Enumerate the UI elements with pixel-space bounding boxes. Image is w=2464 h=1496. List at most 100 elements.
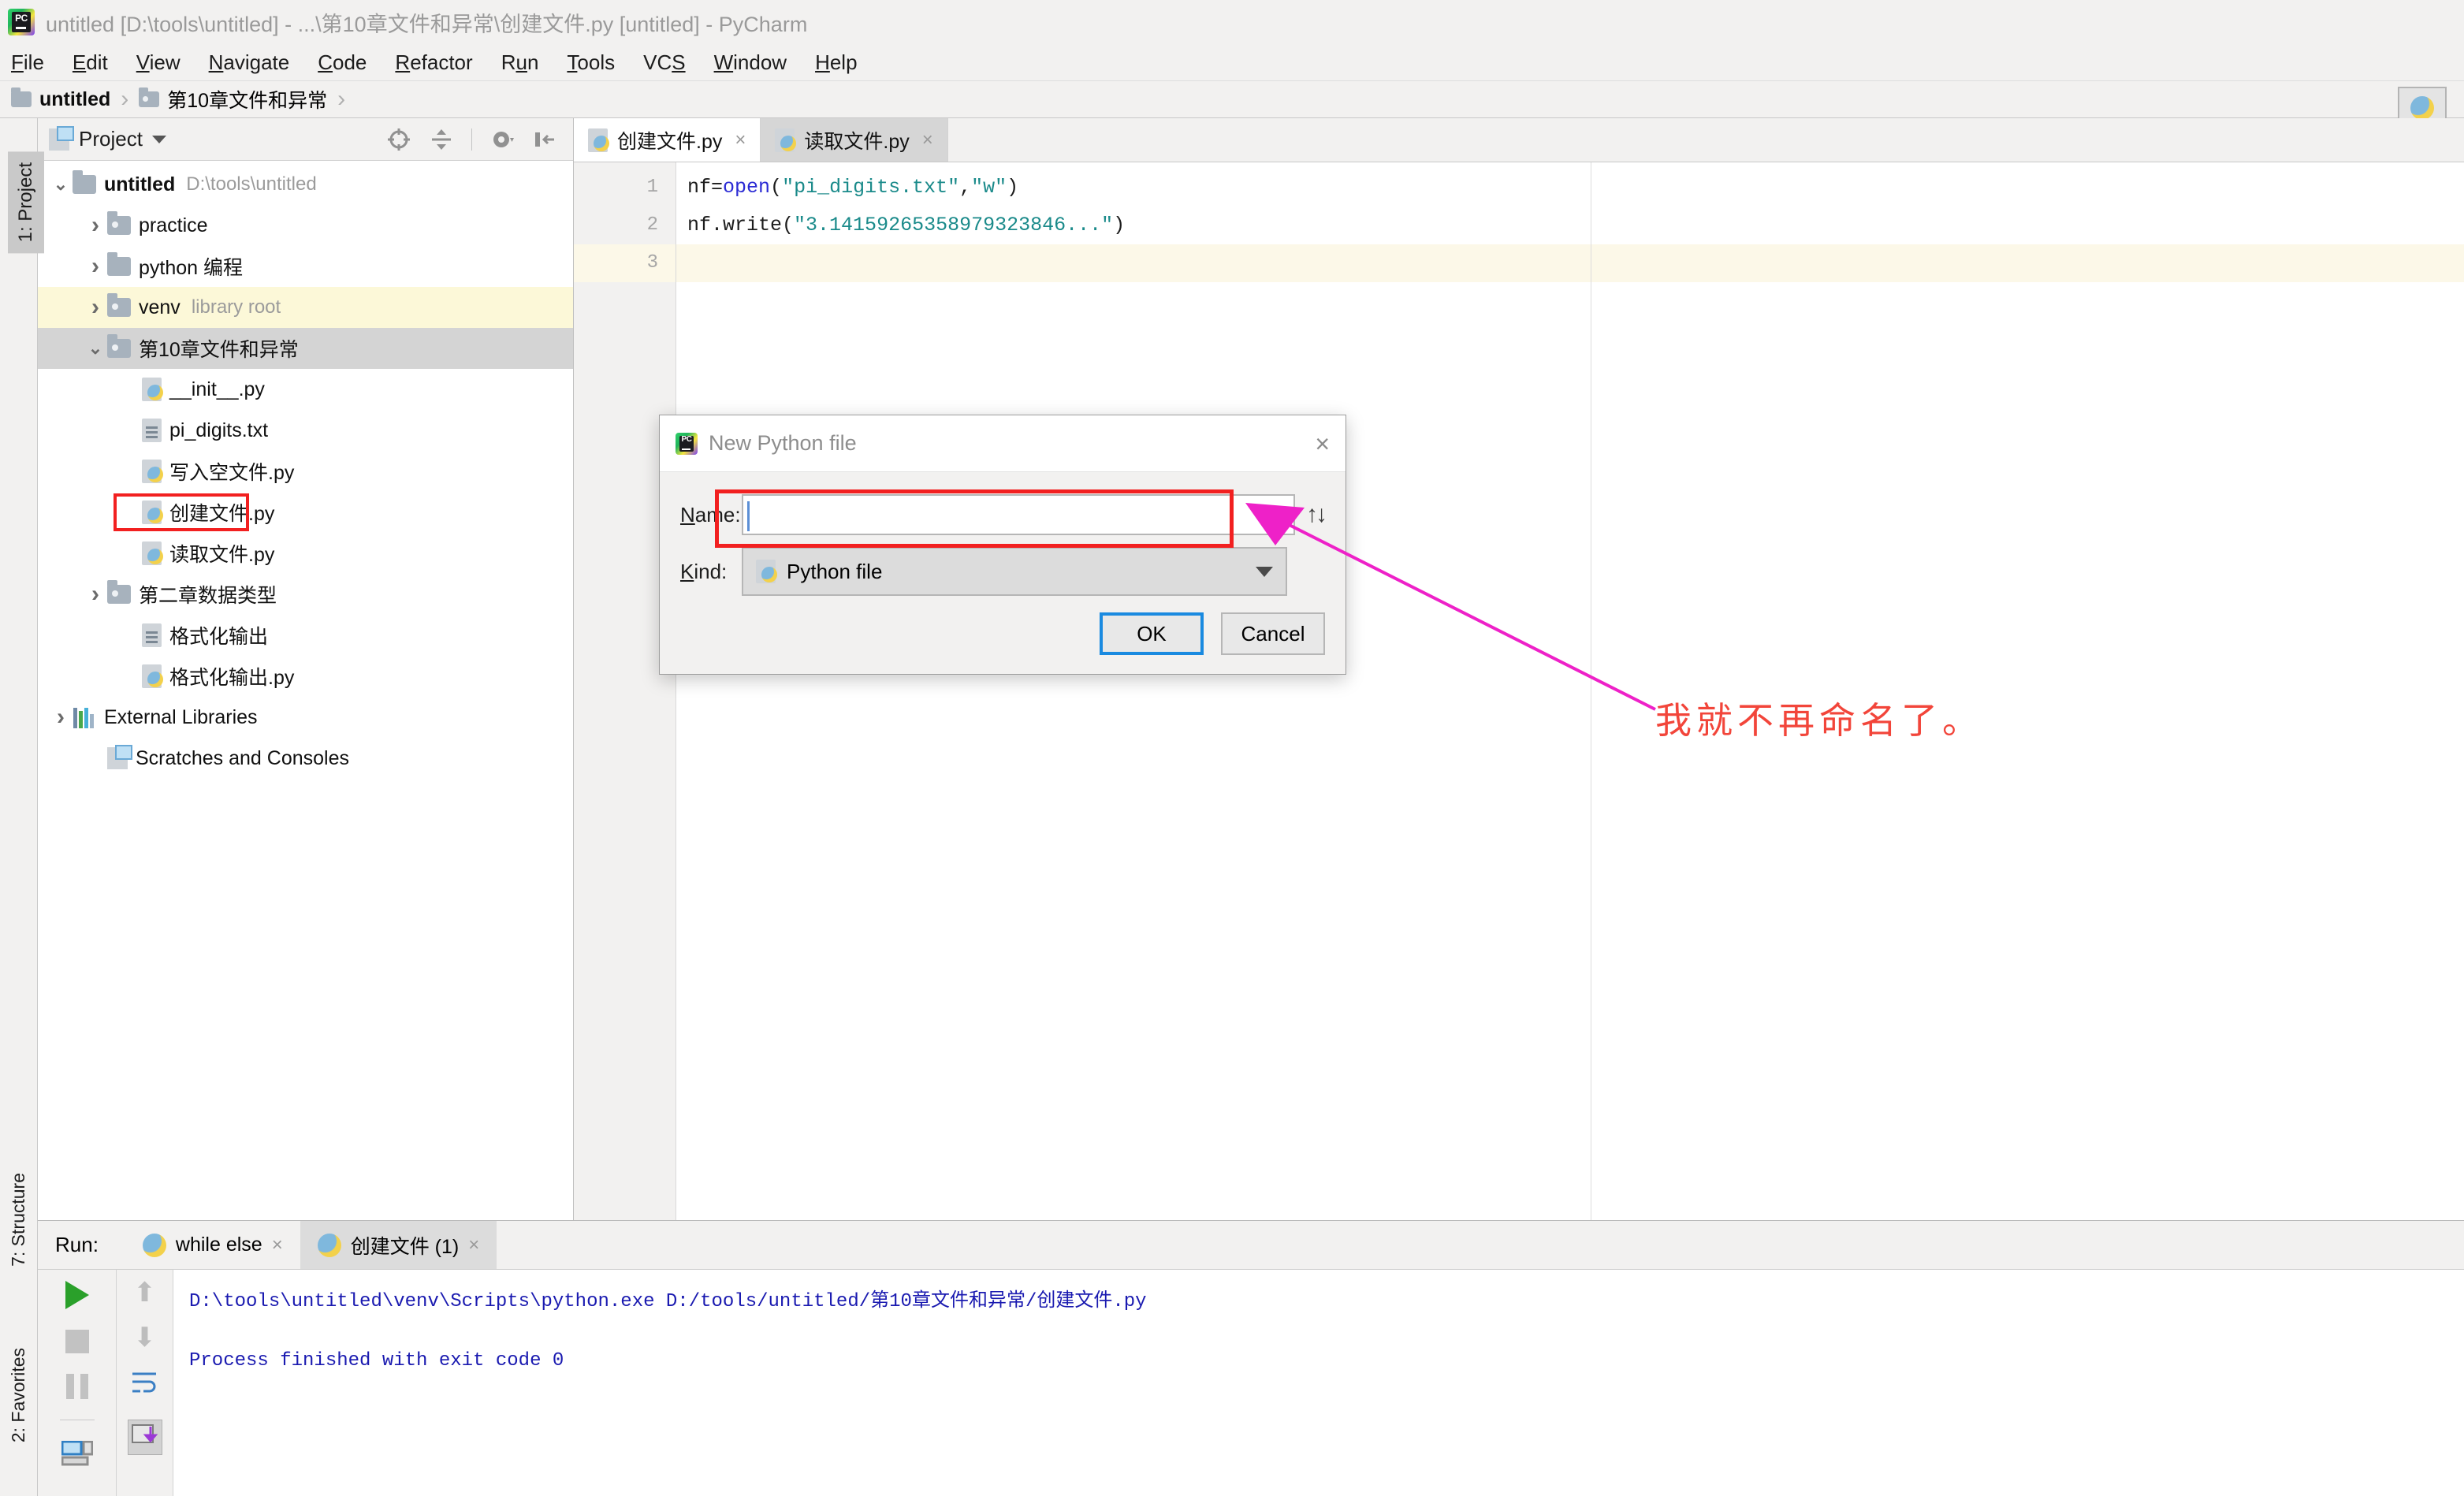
soft-wrap-icon[interactable] (131, 1370, 159, 1399)
run-panel-label: Run: (55, 1233, 99, 1256)
cancel-button[interactable]: Cancel (1221, 612, 1325, 655)
menu-help[interactable]: Help (815, 50, 857, 75)
breadcrumb-label-folder: 第10章文件和异常 (167, 90, 328, 112)
tree-row[interactable]: pi_digits.txt (38, 410, 573, 451)
close-icon[interactable]: × (468, 1234, 479, 1256)
menu-window[interactable]: Window (714, 50, 787, 75)
tree-row[interactable]: 创建文件.py (38, 492, 573, 533)
run-icon[interactable] (65, 1281, 89, 1309)
scroll-to-end-icon[interactable] (127, 1420, 162, 1456)
tree-row[interactable]: __init__.py (38, 369, 573, 410)
python-icon (142, 1233, 166, 1257)
menu-refactor[interactable]: Refactor (395, 50, 472, 75)
sidebar-tab-structure[interactable]: 7: Structure (8, 1173, 29, 1267)
tree-row[interactable]: ⌄ 第10章文件和异常 (38, 328, 573, 369)
tree-row[interactable]: Scratches and Consoles (38, 738, 573, 779)
breadcrumb-item-project[interactable]: untitled (11, 87, 111, 111)
hide-panel-icon[interactable] (532, 127, 557, 152)
menu-file[interactable]: File (11, 50, 44, 75)
tree-row[interactable]: › practice (38, 205, 573, 246)
console-output[interactable]: D:\tools\untitled\venv\Scripts\python.ex… (173, 1270, 2464, 1496)
name-input[interactable] (742, 494, 1295, 535)
tree-row-label: python 编程 (139, 257, 244, 279)
pause-icon[interactable] (65, 1374, 88, 1399)
breadcrumb-separator-icon: › (121, 86, 129, 112)
breadcrumb-label-project: untitled (39, 87, 111, 110)
close-icon[interactable]: × (735, 129, 746, 151)
editor-tab-0[interactable]: 创建文件.py × (574, 118, 761, 162)
chevron-right-icon[interactable]: › (84, 253, 107, 280)
chevron-right-icon[interactable]: › (49, 704, 73, 731)
kind-label: Kind: (680, 559, 728, 583)
tree-row-label: External Libraries (104, 705, 258, 728)
menu-navigate[interactable]: Navigate (209, 50, 290, 75)
python-icon (2410, 96, 2434, 120)
chevron-down-icon[interactable]: ⌄ (49, 174, 73, 195)
tree-row-label: practice (139, 214, 208, 236)
ok-button[interactable]: OK (1100, 612, 1204, 655)
close-icon[interactable]: × (1315, 431, 1330, 456)
run-tab-1[interactable]: 创建文件 (1) × (300, 1221, 497, 1269)
code-line-1: nf=open("pi_digits.txt","w") (687, 176, 1019, 199)
menu-view[interactable]: View (136, 50, 181, 75)
tree-row[interactable]: › 第二章数据类型 (38, 574, 573, 615)
line-number: 2 (646, 214, 658, 236)
chevron-right-icon[interactable]: › (84, 581, 107, 608)
breadcrumb-item-folder[interactable]: 第10章文件和异常 (139, 85, 327, 114)
menu-vcs[interactable]: VCS (643, 50, 685, 75)
locate-icon[interactable] (386, 127, 411, 152)
close-icon[interactable]: × (272, 1234, 283, 1256)
collapse-all-icon[interactable] (429, 127, 454, 152)
project-panel-title: Project (79, 127, 143, 151)
menu-run[interactable]: Run (501, 50, 539, 75)
menu-edit[interactable]: Edit (73, 50, 108, 75)
tree-row[interactable]: 格式化输出.py (38, 656, 573, 697)
tree-row[interactable]: › venv library root (38, 287, 573, 328)
menu-code[interactable]: Code (318, 50, 367, 75)
tree-row[interactable]: ⌄ untitled D:\tools\untitled (38, 164, 573, 205)
folder-icon (73, 170, 96, 194)
folder-dot-icon (107, 580, 131, 604)
tree-row-subtitle: library root (191, 296, 281, 318)
chevron-down-icon[interactable]: ⌄ (84, 338, 107, 359)
folder-icon (107, 252, 131, 276)
stop-icon[interactable] (65, 1330, 89, 1353)
annotation-text: 我就不再命名了。 (1655, 701, 1983, 741)
chevron-down-icon[interactable] (1256, 566, 1273, 577)
swap-order-icon[interactable]: ↑↓ (1306, 501, 1327, 528)
run-tab-label-1: 创建文件 (1) (350, 1235, 460, 1258)
layout-icon[interactable] (61, 1440, 93, 1470)
breadcrumb: untitled › 第10章文件和异常 › (0, 80, 2464, 118)
chevron-right-icon[interactable]: › (84, 212, 107, 239)
settings-gear-icon[interactable] (489, 127, 515, 152)
scroll-up-icon[interactable]: ⬆ (133, 1279, 156, 1306)
kind-field-row: Kind: Python file (680, 543, 1325, 600)
chevron-right-icon[interactable]: › (84, 294, 107, 321)
python-file-icon (756, 560, 777, 583)
chevron-down-icon[interactable] (151, 135, 166, 143)
close-icon[interactable]: × (922, 129, 933, 151)
tree-row[interactable]: 写入空文件.py (38, 451, 573, 492)
tree-row[interactable]: › python 编程 (38, 246, 573, 287)
tree-row[interactable]: › External Libraries (38, 697, 573, 738)
python-file-icon (142, 664, 163, 688)
breadcrumb-separator-icon-2: › (337, 86, 346, 112)
sidebar-tab-favorites[interactable]: 2: Favorites (8, 1348, 29, 1442)
folder-icon (11, 87, 32, 107)
scroll-down-icon[interactable]: ⬇ (133, 1324, 156, 1351)
text-file-icon (142, 623, 162, 647)
tree-row[interactable]: 格式化输出 (38, 615, 573, 656)
library-icon (73, 706, 96, 728)
python-icon (317, 1233, 341, 1257)
python-file-icon (142, 460, 163, 483)
menu-tools[interactable]: Tools (567, 50, 615, 75)
tree-row[interactable]: 读取文件.py (38, 533, 573, 574)
run-tab-0[interactable]: while else × (125, 1221, 300, 1269)
tree-row-label: 格式化输出 (169, 626, 269, 648)
editor-tab-1[interactable]: 读取文件.py × (761, 118, 948, 162)
tree-row-label: 创建文件.py (169, 503, 275, 525)
kind-select[interactable]: Python file (742, 547, 1287, 596)
